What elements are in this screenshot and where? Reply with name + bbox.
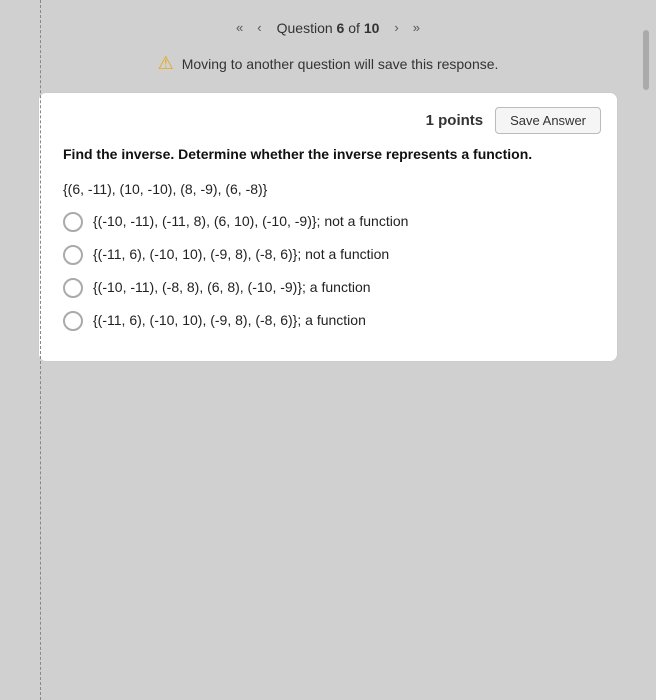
- option-3-text: {(-10, -11), (-8, 8), (6, 8), (-10, -9)}…: [93, 277, 371, 298]
- option-1-radio[interactable]: [63, 212, 83, 232]
- last-question-button[interactable]: »: [408, 18, 425, 37]
- option-3-radio[interactable]: [63, 278, 83, 298]
- option-2-radio[interactable]: [63, 245, 83, 265]
- left-arrow-icon: ‹: [257, 20, 261, 35]
- option-4-radio[interactable]: [63, 311, 83, 331]
- warning-icon: ⚠: [158, 53, 174, 74]
- list-item[interactable]: {(-10, -11), (-8, 8), (6, 8), (-10, -9)}…: [63, 277, 593, 298]
- scrollbar[interactable]: [642, 0, 650, 700]
- question-counter: Question 6 of 10: [277, 20, 380, 36]
- left-border-line: [40, 0, 41, 700]
- scrollbar-thumb[interactable]: [643, 30, 649, 90]
- page-wrapper: « ‹ Question 6 of 10 › » ⚠ Moving to ano…: [0, 0, 656, 700]
- points-row: 1 points Save Answer: [39, 93, 617, 144]
- option-2-text: {(-11, 6), (-10, 10), (-9, 8), (-8, 6)};…: [93, 244, 389, 265]
- double-left-arrow-icon: «: [236, 20, 243, 35]
- option-1-text: {(-10, -11), (-11, 8), (6, 10), (-10, -9…: [93, 211, 408, 232]
- options-list: {(-10, -11), (-11, 8), (6, 10), (-10, -9…: [63, 211, 593, 331]
- prev-question-button[interactable]: ‹: [252, 18, 266, 37]
- right-arrow-icon: ›: [394, 20, 398, 35]
- warning-bar: ⚠ Moving to another question will save t…: [0, 47, 656, 84]
- double-right-arrow-icon: »: [413, 20, 420, 35]
- list-item[interactable]: {(-10, -11), (-11, 8), (6, 10), (-10, -9…: [63, 211, 593, 232]
- list-item[interactable]: {(-11, 6), (-10, 10), (-9, 8), (-8, 6)};…: [63, 310, 593, 331]
- save-answer-button[interactable]: Save Answer: [495, 107, 601, 134]
- nav-bar: « ‹ Question 6 of 10 › »: [0, 0, 656, 47]
- question-card: 1 points Save Answer Find the inverse. D…: [38, 92, 618, 362]
- list-item[interactable]: {(-11, 6), (-10, 10), (-9, 8), (-8, 6)};…: [63, 244, 593, 265]
- first-question-button[interactable]: «: [231, 18, 248, 37]
- given-set: {(6, -11), (10, -10), (8, -9), (6, -8)}: [63, 181, 593, 197]
- points-label: 1 points: [426, 112, 484, 129]
- next-question-button[interactable]: ›: [389, 18, 403, 37]
- option-4-text: {(-11, 6), (-10, 10), (-9, 8), (-8, 6)};…: [93, 310, 366, 331]
- warning-text: Moving to another question will save thi…: [182, 56, 499, 72]
- question-text: Find the inverse. Determine whether the …: [63, 144, 593, 165]
- question-content: Find the inverse. Determine whether the …: [39, 144, 617, 331]
